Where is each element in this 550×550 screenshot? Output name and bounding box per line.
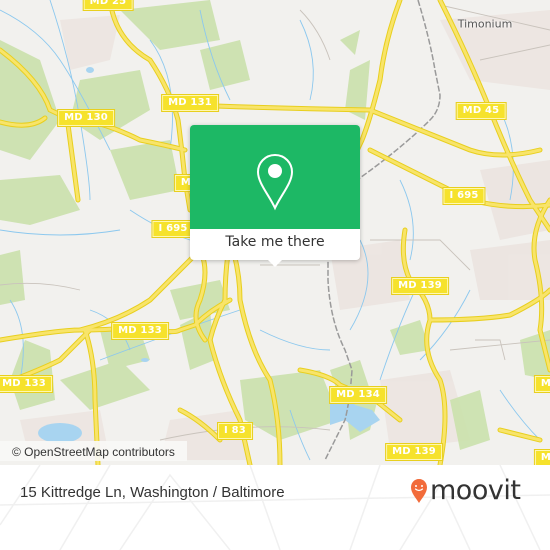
map-view[interactable]: MD 25 MD 131 MD 130 MD 45 I 695 I 695 MD…	[0, 0, 550, 465]
road-label-md-133-center: MD 133	[111, 322, 169, 340]
road-label-i-695-east: I 695	[442, 187, 486, 205]
road-label-md-134: MD 134	[329, 386, 387, 404]
road-label-md-139-north: MD 139	[391, 277, 449, 295]
address-text: 15 Kittredge Ln, Washington / Baltimore	[20, 484, 285, 501]
popup-tail	[267, 259, 283, 267]
map-attribution[interactable]: © OpenStreetMap contributors	[0, 441, 187, 461]
road-label-md-130: MD 130	[57, 109, 115, 127]
road-label-i-83: I 83	[217, 422, 253, 440]
map-pin-icon	[256, 153, 294, 211]
road-label-md-25: MD 25	[82, 0, 134, 11]
road-label-md-133-west: MD 133	[0, 375, 53, 393]
moovit-pin-icon	[411, 479, 427, 503]
place-label-timonium: Timonium	[457, 17, 513, 31]
road-label-md-139-south: MD 139	[385, 443, 443, 461]
road-label-md-131: MD 131	[161, 94, 219, 112]
road-label-md-45: MD 45	[455, 102, 507, 120]
moovit-wordmark: moovit	[430, 475, 521, 506]
footer: 15 Kittredge Ln, Washington / Baltimore …	[0, 465, 550, 550]
take-me-there-button[interactable]: Take me there	[190, 229, 360, 260]
road-label-i-695-west: I 695	[151, 220, 195, 238]
road-label-partial-right-lower: M	[533, 449, 550, 465]
take-me-there-popup[interactable]: Take me there	[190, 125, 360, 267]
road-label-partial-right: M	[533, 375, 550, 393]
moovit-logo[interactable]: moovit	[410, 475, 521, 506]
popup-header[interactable]	[190, 125, 360, 229]
